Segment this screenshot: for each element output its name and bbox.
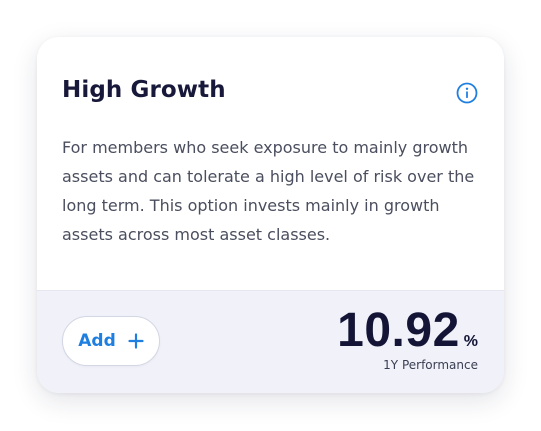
plus-icon [128, 333, 144, 349]
add-button[interactable]: Add [62, 316, 160, 366]
performance-unit: % [463, 333, 478, 350]
fund-description: For members who seek exposure to mainly … [62, 138, 475, 244]
card-header-section: High Growth For members who seek exposur… [37, 37, 504, 290]
performance-value: 10.92 [337, 304, 460, 357]
card-footer-section: Add 10.92 % 1Y Performance [37, 290, 504, 393]
performance-value-row: 10.92 % [337, 307, 478, 355]
fund-option-card: High Growth For members who seek exposur… [37, 37, 504, 393]
fund-title: High Growth [62, 77, 226, 103]
page-background: High Growth For members who seek exposur… [0, 0, 541, 431]
add-button-label: Add [78, 331, 116, 351]
info-icon[interactable] [456, 82, 478, 104]
performance-summary: 10.92 % 1Y Performance [337, 307, 478, 373]
performance-label: 1Y Performance [383, 358, 478, 372]
